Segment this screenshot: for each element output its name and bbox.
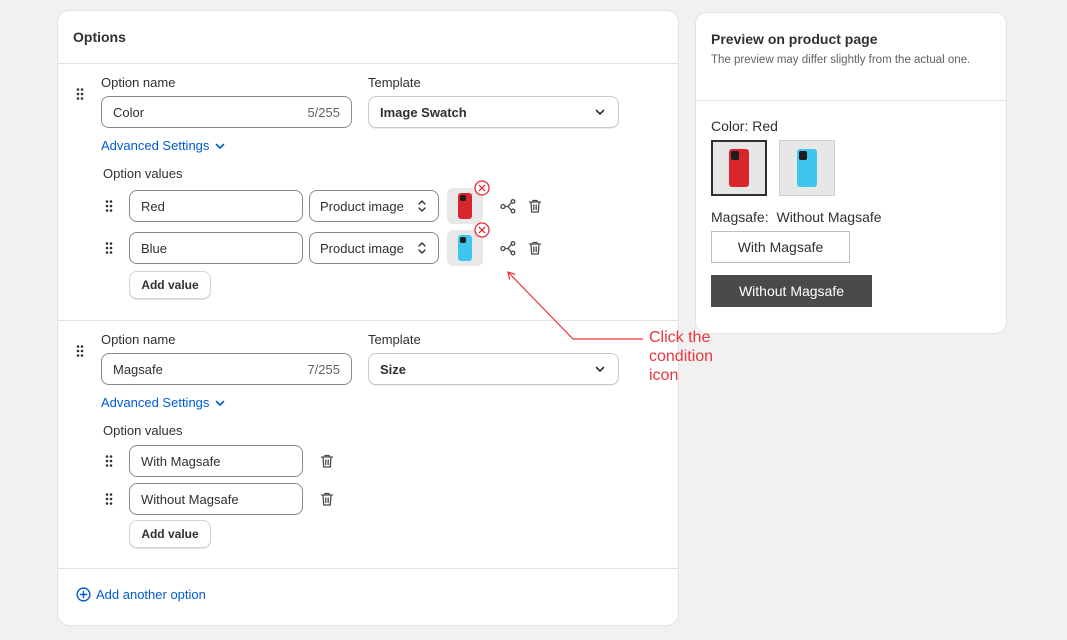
add-another-option-button[interactable]: Add another option (76, 587, 206, 602)
drag-handle-icon[interactable] (105, 455, 113, 467)
phone-case-image (729, 149, 749, 187)
drag-handle-icon[interactable] (105, 242, 113, 254)
option-name-input[interactable]: Magsafe 7/255 (101, 353, 352, 385)
template-value: Size (380, 361, 407, 377)
option-name-label: Option name (101, 332, 176, 347)
divider (696, 100, 1006, 101)
advanced-settings-label: Advanced Settings (101, 138, 210, 153)
swatch-source-value: Product image (320, 240, 404, 256)
option-values-label: Option values (103, 423, 183, 438)
template-select[interactable]: Size (368, 353, 619, 385)
drag-handle-icon[interactable] (105, 200, 113, 212)
option-values-label: Option values (103, 166, 183, 181)
chevron-down-icon (595, 109, 605, 115)
without-magsafe-button[interactable]: Without Magsafe (711, 275, 872, 307)
advanced-settings-label: Advanced Settings (101, 395, 210, 410)
trash-icon[interactable] (319, 491, 335, 507)
annotation-line: condition (649, 348, 714, 365)
color-label: Color: Red (711, 118, 778, 134)
template-label: Template (368, 75, 421, 90)
chevron-down-icon (216, 143, 225, 149)
remove-circle-icon[interactable] (474, 180, 490, 196)
magsafe-label-text: Magsafe: (711, 209, 769, 225)
magsafe-selected-value: Without Magsafe (776, 209, 882, 225)
chevron-down-icon (216, 400, 225, 406)
char-count: 5/255 (307, 104, 340, 120)
swatch-source-select[interactable]: Product image (309, 232, 439, 264)
option-value-input[interactable]: With Magsafe (129, 445, 303, 477)
magsafe-label: Magsafe: Without Magsafe (711, 209, 882, 225)
phone-case-image (458, 235, 472, 261)
swatch-source-select[interactable]: Product image (309, 190, 439, 222)
divider (58, 63, 678, 64)
divider (58, 568, 678, 569)
char-count: 7/255 (307, 361, 340, 377)
option-value-text: Without Magsafe (141, 491, 239, 507)
advanced-settings-link[interactable]: Advanced Settings (101, 395, 227, 410)
trash-icon[interactable] (319, 453, 335, 469)
plus-circle-icon (76, 587, 91, 602)
drag-handle-icon[interactable] (105, 493, 113, 505)
option-value-input[interactable]: Red (129, 190, 303, 222)
trash-icon[interactable] (527, 240, 543, 256)
option-value-input[interactable]: Without Magsafe (129, 483, 303, 515)
options-title: Options (73, 29, 126, 45)
drag-handle-icon[interactable] (76, 88, 84, 100)
annotation-arrow (507, 271, 643, 340)
condition-icon[interactable] (500, 198, 516, 214)
template-value: Image Swatch (380, 104, 467, 120)
select-arrows-icon (418, 242, 426, 254)
option-name-value: Magsafe (113, 361, 163, 377)
drag-handle-icon[interactable] (76, 345, 84, 357)
annotation-line: icon (649, 367, 679, 384)
add-another-option-label: Add another option (96, 587, 206, 602)
preview-title: Preview on product page (711, 31, 878, 47)
add-value-button[interactable]: Add value (129, 271, 211, 299)
remove-circle-icon[interactable] (474, 222, 490, 238)
color-swatch-blue[interactable] (779, 140, 835, 196)
template-label: Template (368, 332, 421, 347)
option-value-text: Red (141, 198, 165, 214)
with-magsafe-button[interactable]: With Magsafe (711, 231, 850, 263)
color-swatch-red[interactable] (711, 140, 767, 196)
phone-case-image (797, 149, 817, 187)
option-value-input[interactable]: Blue (129, 232, 303, 264)
swatch-source-value: Product image (320, 198, 404, 214)
phone-case-image (458, 193, 472, 219)
option-name-value: Color (113, 104, 145, 120)
template-select[interactable]: Image Swatch (368, 96, 619, 128)
select-arrows-icon (418, 200, 426, 212)
condition-icon[interactable] (500, 240, 516, 256)
option-value-text: Blue (141, 240, 168, 256)
option-name-input[interactable]: Color 5/255 (101, 96, 352, 128)
advanced-settings-link[interactable]: Advanced Settings (101, 138, 227, 153)
option-value-text: With Magsafe (141, 453, 221, 469)
annotation-text: Click the condition icon (649, 328, 713, 385)
chevron-down-icon (595, 366, 605, 372)
add-value-button[interactable]: Add value (129, 520, 211, 548)
option-name-label: Option name (101, 75, 176, 90)
preview-subtitle: The preview may differ slightly from the… (711, 54, 971, 66)
preview-card: Preview on product page The preview may … (695, 12, 1007, 334)
trash-icon[interactable] (527, 198, 543, 214)
annotation-line: Click the (649, 329, 711, 346)
